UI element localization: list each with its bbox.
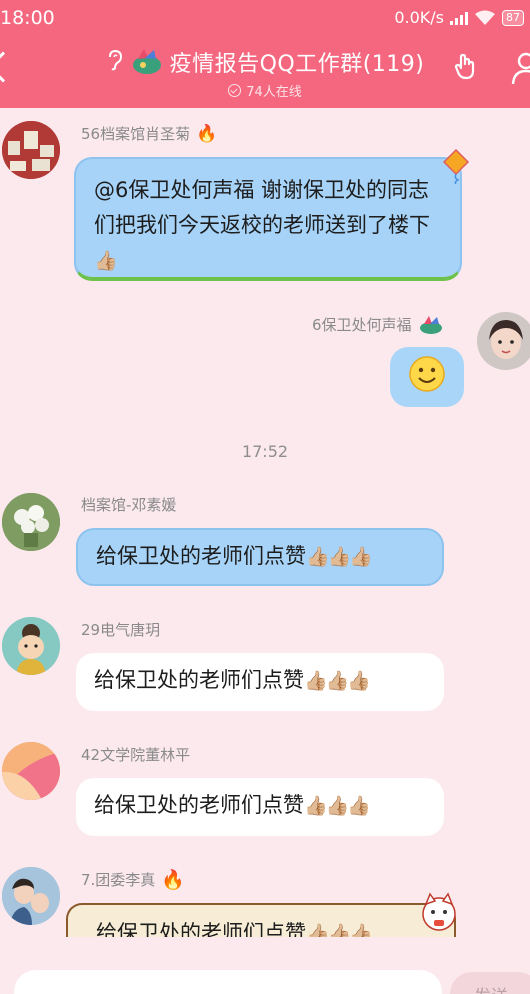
sender-name-text: 7.团委李真 [81, 871, 156, 889]
message-bubble[interactable]: 给保卫处的老师们点赞👍🏼👍🏼👍🏼 [66, 903, 456, 937]
avatar[interactable] [2, 121, 60, 179]
message-bubble[interactable] [390, 347, 464, 407]
sender-name: 7.团委李真 🔥 [81, 868, 185, 891]
thumbs-up-icon: 👍🏼👍🏼👍🏼 [304, 794, 371, 817]
kite-icon [442, 148, 470, 184]
online-count: 74人在线 [246, 85, 302, 100]
thumbs-up-icon: 👍🏼 [94, 250, 118, 272]
lucky-cat-icon [422, 892, 456, 931]
sender-name-text: 6保卫处何声福 [312, 316, 412, 334]
ear-icon[interactable] [106, 49, 124, 76]
avatar[interactable] [2, 617, 60, 675]
message-text: 给保卫处的老师们点赞 [94, 793, 304, 817]
sender-name: 29电气唐玥 [81, 619, 160, 640]
smiley-icon [409, 356, 445, 392]
wifi-icon [475, 10, 495, 25]
message-text: 给保卫处的老师们点赞 [94, 668, 304, 692]
avatar[interactable] [477, 312, 530, 370]
sender-name-text: 29电气唐玥 [81, 621, 161, 639]
avatar[interactable] [2, 867, 60, 925]
sender-name: 档案馆-邓素媛 [81, 494, 176, 515]
thumbs-up-icon: 👍🏼👍🏼👍🏼 [306, 923, 373, 937]
message-bubble[interactable]: 给保卫处的老师们点赞👍🏼👍🏼👍🏼 [76, 653, 444, 711]
thumbs-up-icon: 👍🏼👍🏼👍🏼 [306, 545, 373, 568]
check-circle-icon [228, 84, 242, 97]
fire-badge-icon: 🔥 [161, 869, 185, 891]
chat-title-row[interactable]: 疫情报告QQ工作群(119) [0, 46, 530, 78]
group-members-icon[interactable] [510, 50, 530, 86]
sender-name: 6保卫处何声福 [312, 314, 444, 335]
battery-icon: 87 [502, 9, 524, 26]
signal-icon [450, 11, 468, 25]
status-time: 18:00 [0, 7, 55, 29]
group-badge-icon [419, 315, 442, 334]
flame-icon: 🔥 [196, 123, 218, 144]
avatar[interactable] [2, 742, 60, 800]
network-speed: 0.0K/s [394, 8, 444, 27]
avatar[interactable] [2, 493, 60, 551]
message-text: 给保卫处的老师们点赞 [96, 921, 306, 937]
sender-name-text: 42文学院董林平 [81, 746, 191, 764]
group-logo-icon [132, 49, 161, 74]
sender-name: 56档案馆肖圣菊 🔥 [81, 123, 217, 144]
message-bubble[interactable]: 给保卫处的老师们点赞👍🏼👍🏼👍🏼 [76, 528, 444, 586]
sender-name-text: 档案馆-邓素媛 [81, 496, 177, 514]
message-input[interactable] [14, 970, 442, 994]
hand-gesture-icon[interactable] [452, 52, 482, 82]
status-indicators: 0.0K/s 87 [394, 8, 524, 27]
message-text: 给保卫处的老师们点赞 [96, 544, 306, 568]
chat-title: 疫情报告QQ工作群(119) [169, 52, 425, 77]
sender-name: 42文学院董林平 [81, 744, 190, 765]
top-bar: 18:00 0.0K/s 87 疫情报告QQ工作群(119) 74人在线 [0, 0, 530, 108]
thumbs-up-icon: 👍🏼👍🏼👍🏼 [304, 669, 371, 692]
sender-name-text: 56档案馆肖圣菊 [81, 125, 191, 143]
send-button[interactable]: 发送 [450, 972, 530, 994]
message-bubble[interactable]: 给保卫处的老师们点赞👍🏼👍🏼👍🏼 [76, 778, 444, 836]
message-bubble[interactable]: @6保卫处何声福 谢谢保卫处的同志们把我们今天返校的老师送到了楼下 👍🏼 [74, 157, 462, 281]
online-status: 74人在线 [0, 81, 530, 100]
message-text: @6保卫处何声福 谢谢保卫处的同志们把我们今天返校的老师送到了楼下 [94, 178, 430, 237]
time-divider: 17:52 [241, 442, 289, 461]
